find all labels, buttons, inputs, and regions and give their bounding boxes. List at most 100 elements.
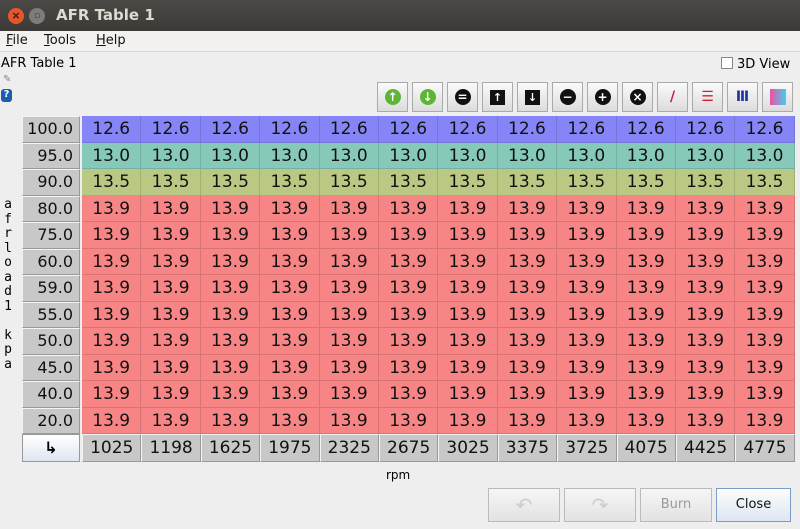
table-cell[interactable]: 13.9: [82, 354, 142, 381]
table-cell[interactable]: 13.9: [200, 248, 261, 275]
table-cell[interactable]: 13.9: [616, 381, 676, 408]
table-cell[interactable]: 13.9: [735, 222, 795, 249]
table-cell[interactable]: 13.9: [378, 381, 439, 408]
table-cell[interactable]: 13.9: [319, 275, 379, 302]
table-cell[interactable]: 13.5: [141, 169, 201, 196]
table-cell[interactable]: 13.9: [438, 328, 498, 355]
table-cell[interactable]: 13.9: [438, 301, 498, 328]
add-button[interactable]: +: [587, 82, 618, 112]
table-cell[interactable]: 13.9: [675, 354, 736, 381]
table-cell[interactable]: 13.9: [378, 195, 439, 222]
table-cell[interactable]: 13.9: [616, 195, 676, 222]
increment-button[interactable]: ↑: [377, 82, 408, 112]
row-header[interactable]: 59.0: [22, 275, 80, 302]
redo-button[interactable]: ↷: [564, 488, 636, 522]
table-cell[interactable]: 13.9: [675, 381, 736, 408]
set-equal-button[interactable]: =: [447, 82, 478, 112]
row-header[interactable]: 80.0: [22, 195, 80, 222]
table-cell[interactable]: 13.9: [82, 407, 142, 434]
table-cell[interactable]: 13.0: [438, 142, 498, 169]
column-header[interactable]: 1025: [82, 434, 142, 462]
table-cell[interactable]: 13.9: [616, 407, 676, 434]
row-header[interactable]: 50.0: [22, 328, 80, 355]
table-cell[interactable]: 13.9: [438, 222, 498, 249]
table-cell[interactable]: 13.9: [141, 381, 201, 408]
table-cell[interactable]: 13.9: [319, 381, 379, 408]
table-cell[interactable]: 13.9: [497, 275, 558, 302]
table-cell[interactable]: 13.5: [735, 169, 795, 196]
table-cell[interactable]: 13.9: [675, 222, 736, 249]
table-cell[interactable]: 13.9: [497, 248, 558, 275]
table-cell[interactable]: 13.5: [260, 169, 320, 196]
table-cell[interactable]: 13.9: [438, 381, 498, 408]
table-cell[interactable]: 13.9: [378, 248, 439, 275]
table-cell[interactable]: 13.9: [260, 301, 320, 328]
table-cell[interactable]: 12.6: [260, 116, 320, 143]
table-cell[interactable]: 13.9: [735, 301, 795, 328]
table-cell[interactable]: 13.9: [497, 381, 558, 408]
table-cell[interactable]: 13.9: [319, 248, 379, 275]
row-header[interactable]: 60.0: [22, 248, 80, 275]
table-cell[interactable]: 13.9: [260, 381, 320, 408]
table-cell[interactable]: 13.0: [141, 142, 201, 169]
table-cell[interactable]: 13.5: [675, 169, 736, 196]
table-cell[interactable]: 13.9: [200, 407, 261, 434]
table-cell[interactable]: 13.9: [82, 275, 142, 302]
table-cell[interactable]: 13.9: [675, 275, 736, 302]
column-header[interactable]: 3025: [438, 434, 498, 462]
column-header[interactable]: 4075: [616, 434, 676, 462]
table-cell[interactable]: 13.9: [735, 248, 795, 275]
table-cell[interactable]: 12.6: [319, 116, 379, 143]
table-cell[interactable]: 13.5: [616, 169, 676, 196]
table-cell[interactable]: 12.6: [616, 116, 676, 143]
column-header[interactable]: 3375: [497, 434, 558, 462]
table-cell[interactable]: 13.9: [675, 328, 736, 355]
window-minimize-button[interactable]: ▫: [29, 8, 45, 24]
table-cell[interactable]: 13.9: [378, 275, 439, 302]
table-cell[interactable]: 13.9: [675, 407, 736, 434]
burn-button[interactable]: Burn: [640, 488, 712, 522]
table-cell[interactable]: 13.9: [378, 354, 439, 381]
table-cell[interactable]: 13.9: [319, 354, 379, 381]
table-cell[interactable]: 13.9: [260, 248, 320, 275]
table-cell[interactable]: 13.0: [319, 142, 379, 169]
table-cell[interactable]: 13.9: [438, 354, 498, 381]
table-cell[interactable]: 12.6: [497, 116, 558, 143]
table-cell[interactable]: 13.9: [378, 222, 439, 249]
column-header[interactable]: 2675: [378, 434, 439, 462]
table-cell[interactable]: 13.9: [260, 275, 320, 302]
edit-icon[interactable]: ✎: [3, 74, 11, 85]
table-cell[interactable]: 13.9: [378, 407, 439, 434]
table-cell[interactable]: 13.9: [616, 354, 676, 381]
table-cell[interactable]: 12.6: [675, 116, 736, 143]
checkbox-box[interactable]: [721, 57, 733, 69]
table-cell[interactable]: 13.9: [557, 381, 617, 408]
table-cell[interactable]: 13.9: [616, 275, 676, 302]
table-cell[interactable]: 13.9: [735, 354, 795, 381]
shift-down-button[interactable]: ↓: [517, 82, 548, 112]
table-cell[interactable]: 12.6: [438, 116, 498, 143]
row-header[interactable]: 75.0: [22, 222, 80, 249]
table-cell[interactable]: 13.9: [557, 354, 617, 381]
table-cell[interactable]: 12.6: [735, 116, 795, 143]
table-cell[interactable]: 13.0: [378, 142, 439, 169]
row-header[interactable]: 100.0: [22, 116, 80, 143]
table-cell[interactable]: 13.5: [200, 169, 261, 196]
3d-view-checkbox[interactable]: 3D View: [721, 57, 790, 72]
table-cell[interactable]: 13.9: [141, 222, 201, 249]
table-cell[interactable]: 13.9: [438, 275, 498, 302]
row-header[interactable]: 95.0: [22, 142, 80, 169]
table-cell[interactable]: 13.9: [141, 301, 201, 328]
table-cell[interactable]: 12.6: [200, 116, 261, 143]
table-cell[interactable]: 13.9: [260, 328, 320, 355]
table-cell[interactable]: 13.9: [616, 222, 676, 249]
table-cell[interactable]: 13.9: [557, 301, 617, 328]
help-icon[interactable]: ?: [1, 89, 12, 102]
row-header[interactable]: 45.0: [22, 354, 80, 381]
table-cell[interactable]: 13.5: [319, 169, 379, 196]
table-cell[interactable]: 12.6: [82, 116, 142, 143]
table-cell[interactable]: 13.9: [557, 407, 617, 434]
table-cell[interactable]: 13.9: [735, 407, 795, 434]
column-header[interactable]: 4425: [675, 434, 736, 462]
table-cell[interactable]: 13.9: [497, 407, 558, 434]
